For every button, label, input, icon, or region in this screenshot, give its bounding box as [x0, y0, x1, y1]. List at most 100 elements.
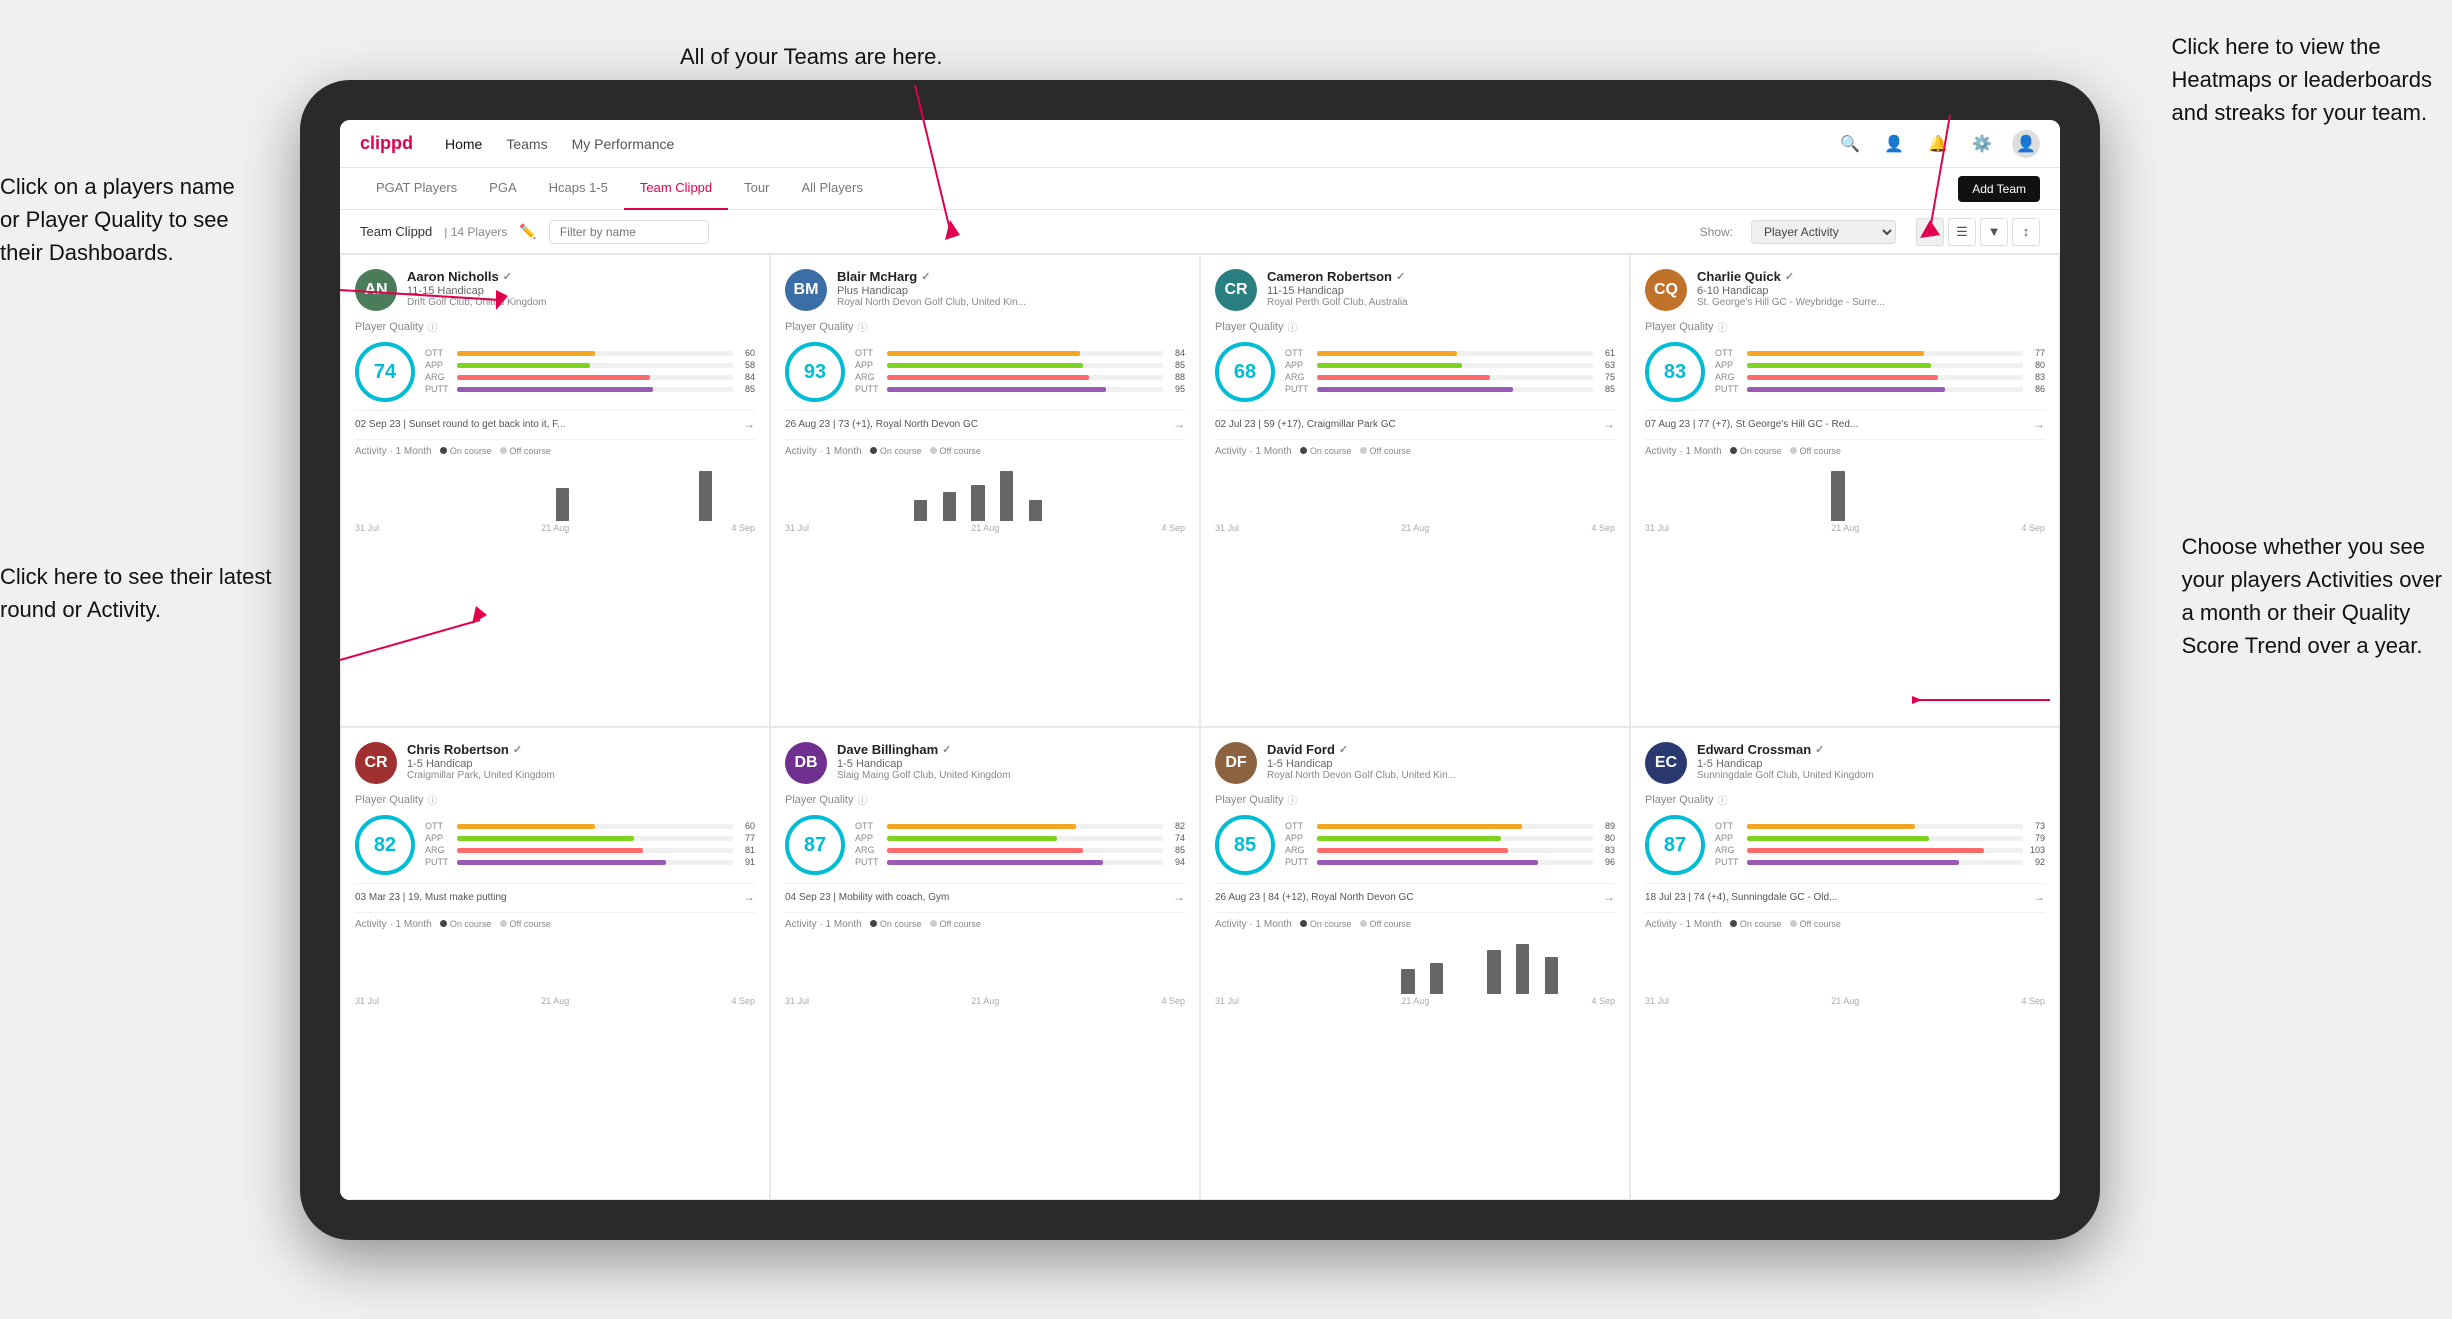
player-avatar[interactable]: CQ [1645, 269, 1687, 311]
player-name[interactable]: Cameron Robertson ✓ [1267, 269, 1615, 284]
latest-round[interactable]: 03 Mar 23 | 19, Must make putting → [355, 883, 755, 904]
add-team-button[interactable]: Add Team [1958, 176, 2040, 202]
player-name[interactable]: Blair McHarg ✓ [837, 269, 1185, 284]
quality-section[interactable]: 74 OTT 60 APP 58 ARG [355, 342, 755, 402]
filter-btn[interactable]: ▼ [1980, 218, 2008, 246]
nav-logo[interactable]: clippd [360, 133, 413, 154]
tab-hcaps[interactable]: Hcaps 1-5 [533, 168, 624, 210]
nav-my-performance[interactable]: My Performance [572, 132, 675, 156]
quality-bars: OTT 60 APP 58 ARG [425, 348, 755, 396]
quality-info-icon[interactable]: ⓘ [1287, 792, 1297, 807]
activity-header[interactable]: Activity · 1 Month On course Off course [1215, 919, 1615, 930]
activity-header[interactable]: Activity · 1 Month On course Off course [1645, 919, 2045, 930]
quality-section[interactable]: 85 OTT 89 APP 80 ARG [1215, 815, 1615, 875]
quality-score[interactable]: 85 [1215, 815, 1275, 875]
quality-score[interactable]: 82 [355, 815, 415, 875]
grid-view-btn[interactable]: ⊞ [1916, 218, 1944, 246]
latest-round[interactable]: 02 Jul 23 | 59 (+17), Craigmillar Park G… [1215, 410, 1615, 431]
player-card-charlie-quick[interactable]: CQ Charlie Quick ✓ 6-10 Handicap St. Geo… [1630, 254, 2060, 727]
activity-header[interactable]: Activity · 1 Month On course Off course [1215, 446, 1615, 457]
search-icon[interactable]: 🔍 [1836, 130, 1864, 158]
sort-btn[interactable]: ↕ [2012, 218, 2040, 246]
quality-score[interactable]: 87 [785, 815, 845, 875]
edit-icon[interactable]: ✏️ [519, 223, 536, 240]
activity-chart [355, 934, 755, 994]
settings-icon[interactable]: ⚙️ [1968, 130, 1996, 158]
player-name[interactable]: Chris Robertson ✓ [407, 742, 755, 757]
tab-tour[interactable]: Tour [728, 168, 785, 210]
quality-info-icon[interactable]: ⓘ [427, 792, 437, 807]
quality-score[interactable]: 87 [1645, 815, 1705, 875]
player-card-edward-crossman[interactable]: EC Edward Crossman ✓ 1-5 Handicap Sunnin… [1630, 727, 2060, 1200]
quality-info-icon[interactable]: ⓘ [1287, 319, 1297, 334]
quality-score[interactable]: 93 [785, 342, 845, 402]
player-avatar[interactable]: CR [1215, 269, 1257, 311]
quality-info-icon[interactable]: ⓘ [1717, 319, 1727, 334]
quality-score[interactable]: 68 [1215, 342, 1275, 402]
nav-teams[interactable]: Teams [506, 132, 547, 156]
activity-header[interactable]: Activity · 1 Month On course Off course [785, 919, 1185, 930]
player-name[interactable]: Charlie Quick ✓ [1697, 269, 2045, 284]
show-select[interactable]: Player Activity Quality Score Trend [1751, 220, 1896, 244]
player-avatar[interactable]: CR [355, 742, 397, 784]
latest-round[interactable]: 26 Aug 23 | 84 (+12), Royal North Devon … [1215, 883, 1615, 904]
round-text: 07 Aug 23 | 77 (+7), St George's Hill GC… [1645, 419, 2029, 430]
player-avatar[interactable]: DF [1215, 742, 1257, 784]
player-card-dave-billingham[interactable]: DB Dave Billingham ✓ 1-5 Handicap Slaig … [770, 727, 1200, 1200]
activity-header[interactable]: Activity · 1 Month On course Off course [1645, 446, 2045, 457]
tab-team-clippd[interactable]: Team Clippd [624, 168, 728, 210]
latest-round[interactable]: 07 Aug 23 | 77 (+7), St George's Hill GC… [1645, 410, 2045, 431]
person-icon[interactable]: 👤 [1880, 130, 1908, 158]
latest-round[interactable]: 26 Aug 23 | 73 (+1), Royal North Devon G… [785, 410, 1185, 431]
list-view-btn[interactable]: ☰ [1948, 218, 1976, 246]
quality-score[interactable]: 74 [355, 342, 415, 402]
avatar-icon[interactable]: 👤 [2012, 130, 2040, 158]
quality-score[interactable]: 83 [1645, 342, 1705, 402]
quality-section[interactable]: 68 OTT 61 APP 63 ARG [1215, 342, 1615, 402]
tab-pgat-players[interactable]: PGAT Players [360, 168, 473, 210]
tab-all-players[interactable]: All Players [785, 168, 878, 210]
activity-header[interactable]: Activity · 1 Month On course Off course [785, 446, 1185, 457]
bell-icon[interactable]: 🔔 [1924, 130, 1952, 158]
nav-home[interactable]: Home [445, 132, 482, 156]
quality-section[interactable]: 82 OTT 60 APP 77 ARG [355, 815, 755, 875]
tab-pga[interactable]: PGA [473, 168, 532, 210]
activity-title: Activity · 1 Month [355, 446, 432, 457]
nav-bar: clippd Home Teams My Performance 🔍 👤 🔔 ⚙… [340, 120, 2060, 168]
quality-info-icon[interactable]: ⓘ [857, 319, 867, 334]
player-card-cameron-robertson[interactable]: CR Cameron Robertson ✓ 11-15 Handicap Ro… [1200, 254, 1630, 727]
player-avatar[interactable]: DB [785, 742, 827, 784]
player-card-david-ford[interactable]: DF David Ford ✓ 1-5 Handicap Royal North… [1200, 727, 1630, 1200]
player-avatar[interactable]: BM [785, 269, 827, 311]
activity-header[interactable]: Activity · 1 Month On course Off course [355, 446, 755, 457]
chart-label-end: 4 Sep [1161, 996, 1185, 1006]
filter-input[interactable] [549, 220, 709, 244]
player-name[interactable]: David Ford ✓ [1267, 742, 1615, 757]
quality-info-icon[interactable]: ⓘ [1717, 792, 1727, 807]
off-course-label: Off course [1799, 919, 1840, 929]
player-avatar[interactable]: EC [1645, 742, 1687, 784]
player-name[interactable]: Dave Billingham ✓ [837, 742, 1185, 757]
quality-section[interactable]: 83 OTT 77 APP 80 ARG [1645, 342, 2045, 402]
player-card-blair-mcharg[interactable]: BM Blair McHarg ✓ Plus Handicap Royal No… [770, 254, 1200, 727]
on-course-legend-dot [1300, 920, 1307, 927]
activity-header[interactable]: Activity · 1 Month On course Off course [355, 919, 755, 930]
app-bar-row: APP 80 [1715, 360, 2045, 370]
chart-label-mid: 21 Aug [541, 996, 569, 1006]
player-avatar[interactable]: AN [355, 269, 397, 311]
quality-section[interactable]: 87 OTT 82 APP 74 ARG [785, 815, 1185, 875]
latest-round[interactable]: 02 Sep 23 | Sunset round to get back int… [355, 410, 755, 431]
latest-round[interactable]: 04 Sep 23 | Mobility with coach, Gym → [785, 883, 1185, 904]
verified-icon: ✓ [1785, 270, 1794, 283]
player-name[interactable]: Aaron Nicholls ✓ [407, 269, 755, 284]
quality-label: Player Quality ⓘ [1645, 792, 2045, 807]
player-card-chris-robertson[interactable]: CR Chris Robertson ✓ 1-5 Handicap Craigm… [340, 727, 770, 1200]
latest-round[interactable]: 18 Jul 23 | 74 (+4), Sunningdale GC - Ol… [1645, 883, 2045, 904]
player-name[interactable]: Edward Crossman ✓ [1697, 742, 2045, 757]
quality-section[interactable]: 93 OTT 84 APP 85 ARG [785, 342, 1185, 402]
quality-info-icon[interactable]: ⓘ [427, 319, 437, 334]
quality-info-icon[interactable]: ⓘ [857, 792, 867, 807]
player-card-aaron-nicholls[interactable]: AN Aaron Nicholls ✓ 11-15 Handicap Drift… [340, 254, 770, 727]
ott-bar-row: OTT 89 [1285, 821, 1615, 831]
quality-section[interactable]: 87 OTT 73 APP 79 ARG [1645, 815, 2045, 875]
